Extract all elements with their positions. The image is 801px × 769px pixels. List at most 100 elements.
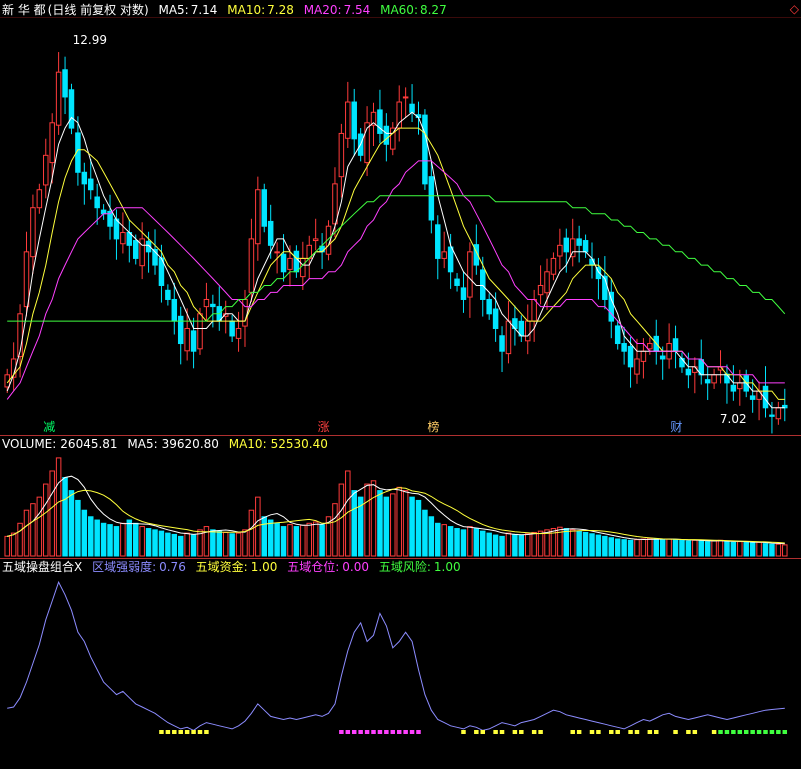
candle-body — [267, 220, 274, 246]
signal-dot — [763, 730, 768, 734]
volume-bar — [210, 529, 216, 557]
candle-body — [486, 298, 492, 315]
volume-bar — [312, 521, 319, 557]
candle-body — [576, 238, 582, 246]
volume-bar — [145, 528, 152, 557]
signal-dot — [711, 730, 717, 734]
volume-bar — [10, 532, 17, 557]
signal-dot — [403, 730, 408, 734]
volume-bar — [377, 490, 383, 557]
volume-bar — [473, 528, 480, 557]
candle-body — [775, 407, 782, 420]
volume-bar — [139, 526, 145, 557]
candle-body — [524, 320, 531, 342]
volume-bar — [100, 522, 107, 557]
volume-bar — [36, 496, 43, 557]
volume-bar — [75, 499, 81, 557]
candle-body — [531, 298, 537, 322]
signal-dot — [647, 730, 653, 734]
signal-dot — [769, 730, 775, 734]
candle-body — [647, 343, 653, 350]
volume-bar — [730, 541, 737, 557]
signal-dot — [570, 730, 575, 734]
volume-bar — [775, 543, 782, 557]
signal-dot — [499, 730, 505, 734]
signal-dot — [184, 730, 190, 734]
signal-dot — [531, 730, 537, 734]
candle-body — [261, 189, 268, 227]
volume-bar — [608, 537, 615, 557]
signal-dot — [416, 730, 421, 734]
volume-bar — [177, 535, 184, 557]
volume-bar — [171, 533, 178, 557]
volume-bar — [756, 541, 762, 557]
signal-dot — [358, 730, 363, 734]
signal-dot — [724, 730, 730, 734]
signal-dot — [461, 730, 466, 734]
volume-bar — [724, 541, 730, 557]
signal-dot — [776, 730, 781, 734]
candle-body — [409, 103, 415, 113]
candle-body — [704, 379, 711, 384]
candle-body — [692, 366, 698, 373]
volume-bar — [698, 540, 704, 557]
volume-bar — [43, 483, 49, 557]
volume-bar — [383, 496, 390, 557]
volume-bar — [415, 499, 422, 557]
volume-bar — [126, 519, 133, 557]
candle-body — [274, 251, 280, 254]
volume-bar — [68, 490, 75, 557]
indicator-lines — [7, 580, 788, 734]
candle-body — [582, 240, 589, 253]
candle-body — [544, 271, 550, 294]
signal-dot — [172, 730, 177, 734]
signal-dot — [159, 730, 164, 734]
volume-bar — [467, 526, 473, 557]
volume-bar — [659, 539, 666, 557]
candle-body — [563, 237, 570, 253]
low-price-label: 7.02 — [720, 412, 747, 426]
volume-bar — [390, 493, 396, 557]
volume-bar — [81, 509, 88, 557]
volume-bar — [621, 539, 627, 557]
candle-body — [627, 345, 634, 368]
stock-chart[interactable]: 12.99 7.02 减 涨 榜 财 — [0, 0, 801, 769]
event-marker-zhang[interactable]: 涨 — [318, 419, 330, 434]
event-marker-cai[interactable]: 财 — [670, 420, 682, 434]
candle-body — [557, 244, 563, 257]
event-marker-jian[interactable]: 减 — [43, 420, 55, 434]
signal-dot — [519, 730, 524, 734]
volume-bar — [49, 470, 55, 557]
candle-body — [550, 257, 557, 275]
signal-dot — [339, 730, 344, 734]
volume-bar — [261, 516, 268, 557]
candle-body — [422, 114, 428, 185]
volume-bar — [23, 509, 30, 557]
candle-body — [749, 395, 756, 400]
candle-body — [120, 232, 126, 245]
volume-bar — [184, 532, 190, 557]
candle-body — [454, 278, 460, 286]
candle-body — [293, 250, 300, 273]
signal-dot — [743, 730, 749, 734]
candle-body — [23, 251, 30, 308]
event-marker-bang[interactable]: 榜 — [427, 419, 439, 434]
candle-body — [351, 101, 357, 140]
candle-body — [177, 315, 184, 345]
signal-dot — [396, 730, 402, 734]
candle-body — [640, 350, 647, 362]
volume-bar — [280, 526, 287, 557]
volume-bar — [595, 534, 602, 557]
volume-bar — [666, 538, 672, 557]
volume-bar — [332, 503, 338, 557]
ma60-line — [7, 195, 786, 322]
panel-dividers — [0, 17, 801, 559]
volume-bar — [267, 519, 274, 557]
candle-body — [447, 246, 454, 273]
signal-dot — [390, 730, 396, 734]
volume-bar — [293, 526, 300, 557]
volume-bar — [222, 531, 229, 557]
volume-bar — [88, 516, 94, 557]
volume-bar — [717, 539, 724, 557]
candle-body — [608, 291, 615, 322]
